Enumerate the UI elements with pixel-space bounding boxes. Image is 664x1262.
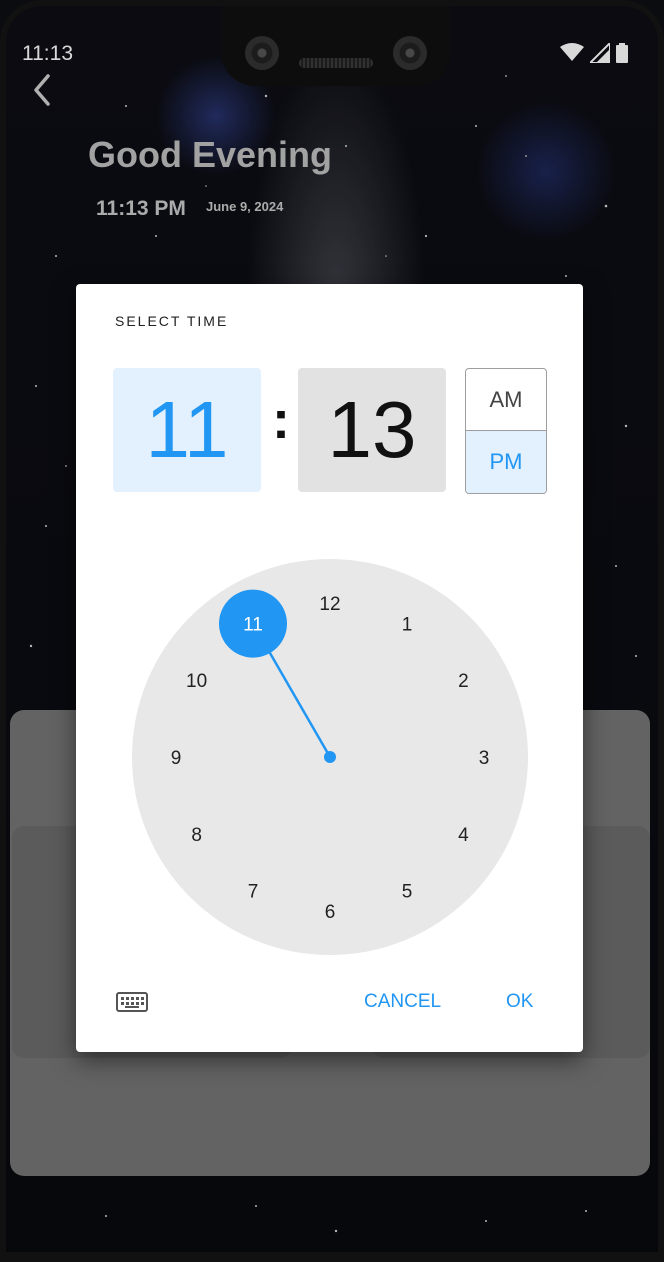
dial-number-7[interactable]: 7: [248, 881, 259, 902]
minute-display[interactable]: 13: [298, 368, 446, 492]
time-separator: :: [272, 390, 290, 450]
dial-number-10[interactable]: 10: [186, 671, 207, 692]
dial-number-8[interactable]: 8: [191, 825, 202, 846]
dialog-title: SELECT TIME: [115, 313, 229, 329]
dial-number-11[interactable]: 11: [243, 615, 263, 636]
dial-number-4[interactable]: 4: [458, 825, 469, 846]
dial-number-9[interactable]: 9: [171, 748, 182, 769]
dial-number-6[interactable]: 6: [325, 902, 336, 923]
dial-number-3[interactable]: 3: [479, 748, 490, 769]
dial-number-12[interactable]: 12: [319, 594, 340, 615]
clock-dial[interactable]: 121234567891011: [132, 559, 528, 955]
dial-number-5[interactable]: 5: [402, 881, 413, 902]
ok-button[interactable]: OK: [506, 991, 533, 1013]
am-button[interactable]: AM: [466, 369, 546, 431]
cancel-button[interactable]: CANCEL: [364, 991, 441, 1013]
dial-number-1[interactable]: 1: [402, 615, 413, 636]
keyboard-icon[interactable]: [116, 990, 148, 1014]
hour-display[interactable]: 11: [113, 368, 261, 492]
pm-button[interactable]: PM: [466, 431, 546, 493]
dial-number-2[interactable]: 2: [458, 671, 469, 692]
am-pm-toggle: AM PM: [465, 368, 547, 494]
dial-center-dot: [324, 751, 336, 763]
time-picker-dialog: SELECT TIME 11 : 13 AM PM 12 1 2 3 4 5 6 7 8 9 10 1…: [76, 284, 583, 1052]
